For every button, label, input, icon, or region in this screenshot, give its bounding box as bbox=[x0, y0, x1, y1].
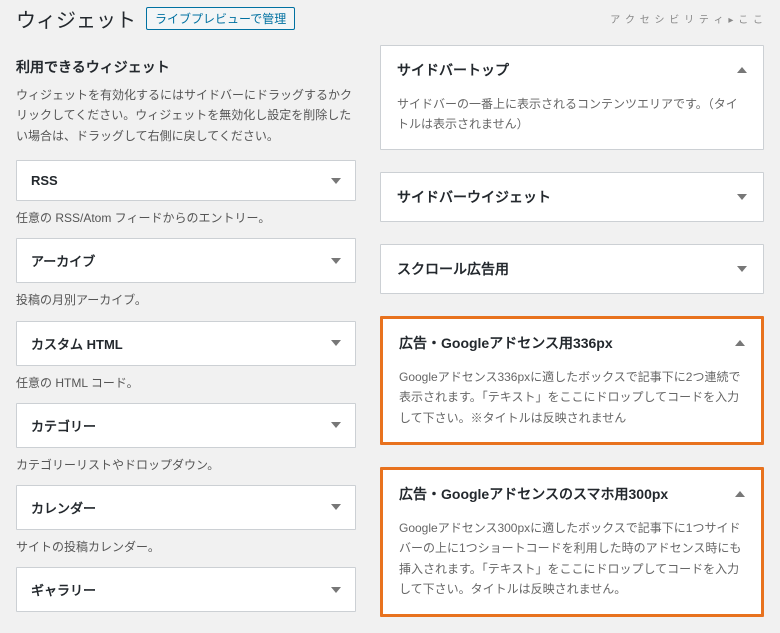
widget-head[interactable]: RSS bbox=[17, 161, 355, 200]
chevron-down-icon bbox=[331, 504, 341, 510]
widget-title: RSS bbox=[31, 173, 58, 188]
widget-title: カテゴリー bbox=[31, 416, 96, 435]
widget-head[interactable]: ギャラリー bbox=[17, 568, 355, 611]
widget-head[interactable]: カスタム HTML bbox=[17, 322, 355, 365]
widget-area[interactable]: スクロール広告用 bbox=[380, 244, 764, 294]
chevron-down-icon bbox=[331, 178, 341, 184]
widget-title: ギャラリー bbox=[31, 580, 96, 599]
widget-desc: カテゴリーリストやドロップダウン。 bbox=[16, 456, 356, 475]
widget-title: アーカイブ bbox=[31, 251, 95, 270]
widget-title: カレンダー bbox=[31, 498, 96, 517]
chevron-down-icon bbox=[331, 422, 341, 428]
chevron-up-icon bbox=[735, 491, 745, 497]
chevron-down-icon bbox=[331, 587, 341, 593]
live-preview-button[interactable]: ライブプレビューで管理 bbox=[146, 7, 295, 30]
chevron-down-icon bbox=[737, 194, 747, 200]
area-head[interactable]: サイドバートップ bbox=[381, 46, 763, 94]
area-title: 広告・Googleアドセンス用336px bbox=[399, 333, 613, 353]
chevron-up-icon bbox=[735, 340, 745, 346]
page-header: ウィジェット ライブプレビューで管理 ア ク セ シ ビ リ テ ィ ▸ こ こ bbox=[0, 0, 780, 37]
chevron-up-icon bbox=[737, 67, 747, 73]
widget-desc: 任意の HTML コード。 bbox=[16, 374, 356, 393]
chevron-down-icon bbox=[737, 266, 747, 272]
chevron-down-icon bbox=[331, 340, 341, 346]
area-head[interactable]: サイドバーウイジェット bbox=[381, 173, 763, 221]
area-head[interactable]: 広告・Googleアドセンス用336px bbox=[383, 319, 761, 367]
available-widget[interactable]: アーカイブ bbox=[16, 238, 356, 283]
available-widget[interactable]: カスタム HTML bbox=[16, 321, 356, 366]
available-widget[interactable]: カテゴリー bbox=[16, 403, 356, 448]
available-widgets-help: ウィジェットを有効化するにはサイドバーにドラッグするかクリックしてください。ウィ… bbox=[16, 85, 356, 146]
area-title: サイドバーウイジェット bbox=[397, 187, 551, 207]
area-description: Googleアドセンス300pxに適したボックスで記事下に1つサイドバーの上に1… bbox=[383, 518, 761, 614]
widget-desc: 投稿の月別アーカイブ。 bbox=[16, 291, 356, 310]
area-title: スクロール広告用 bbox=[397, 259, 509, 279]
widget-desc: サイトの投稿カレンダー。 bbox=[16, 538, 356, 557]
area-head[interactable]: 広告・Googleアドセンスのスマホ用300px bbox=[383, 470, 761, 518]
available-widget[interactable]: ギャラリー bbox=[16, 567, 356, 612]
area-title: サイドバートップ bbox=[397, 60, 509, 80]
area-description: Googleアドセンス336pxに適したボックスで記事下に2つ連続で表示されます… bbox=[383, 367, 761, 442]
area-description: サイドバーの一番上に表示されるコンテンツエリアです。（タイトルは表示されません） bbox=[381, 94, 763, 149]
page-title: ウィジェット bbox=[16, 4, 136, 33]
accessibility-link[interactable]: ア ク セ シ ビ リ テ ィ ▸ こ こ bbox=[610, 11, 764, 26]
available-widgets-heading: 利用できるウィジェット bbox=[16, 57, 356, 77]
widget-head[interactable]: カテゴリー bbox=[17, 404, 355, 447]
widget-head[interactable]: アーカイブ bbox=[17, 239, 355, 282]
available-widgets-panel: 利用できるウィジェット ウィジェットを有効化するにはサイドバーにドラッグするかク… bbox=[16, 45, 356, 625]
available-widget[interactable]: RSS bbox=[16, 160, 356, 201]
area-head[interactable]: スクロール広告用 bbox=[381, 245, 763, 293]
available-widget[interactable]: カレンダー bbox=[16, 485, 356, 530]
widget-area[interactable]: 広告・Googleアドセンスのスマホ用300px Googleアドセンス300px… bbox=[380, 467, 764, 617]
widget-title: カスタム HTML bbox=[31, 334, 123, 353]
chevron-down-icon bbox=[331, 258, 341, 264]
area-title: 広告・Googleアドセンスのスマホ用300px bbox=[399, 484, 668, 504]
widget-head[interactable]: カレンダー bbox=[17, 486, 355, 529]
widget-area[interactable]: サイドバートップサイドバーの一番上に表示されるコンテンツエリアです。（タイトルは… bbox=[380, 45, 764, 150]
widget-area[interactable]: サイドバーウイジェット bbox=[380, 172, 764, 222]
widget-areas-panel: サイドバートップサイドバーの一番上に表示されるコンテンツエリアです。（タイトルは… bbox=[380, 45, 764, 625]
widget-desc: 任意の RSS/Atom フィードからのエントリー。 bbox=[16, 209, 356, 228]
widget-area[interactable]: 広告・Googleアドセンス用336px Googleアドセンス336pxに適した… bbox=[380, 316, 764, 445]
